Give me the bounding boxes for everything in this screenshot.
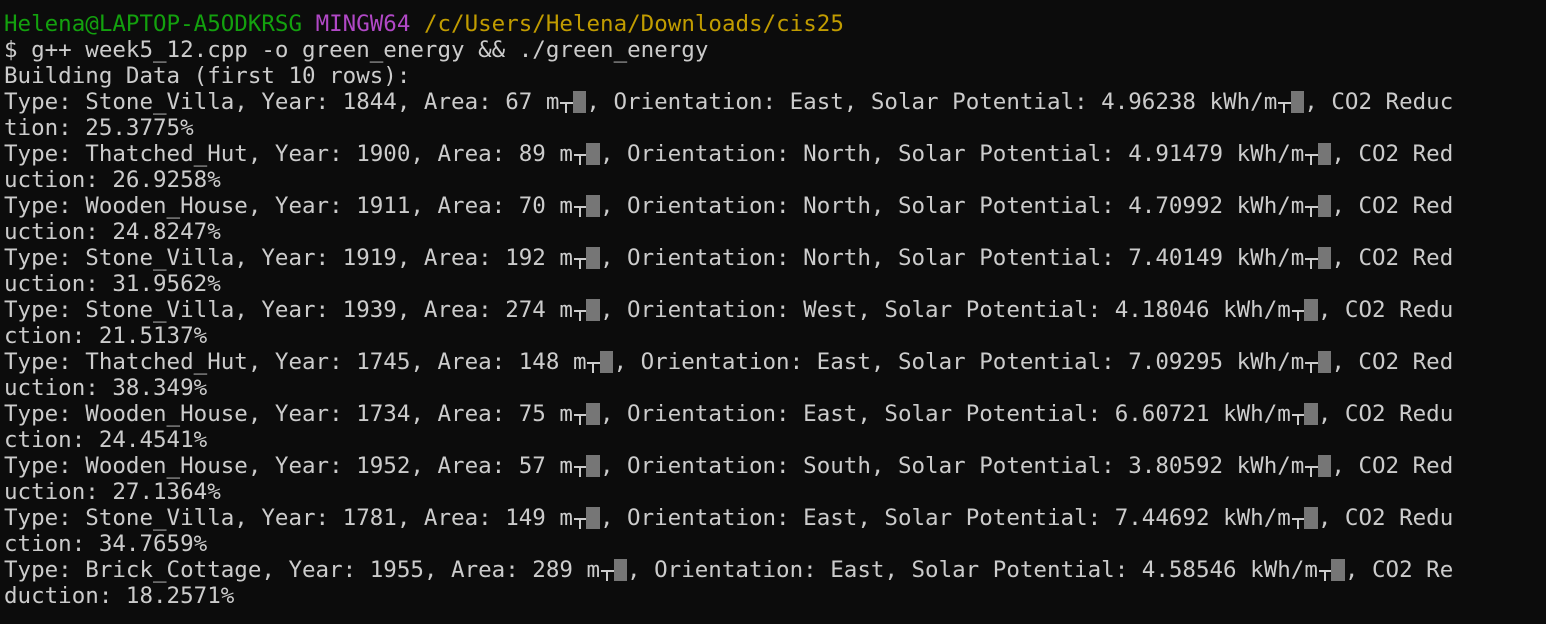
record-text: Type: Wooden_House, Year: 1911, Area: 70… xyxy=(4,193,573,219)
output-line-wrapped: duction: 18.2571% xyxy=(4,583,235,609)
output-line-wrapped: uction: 24.8247% xyxy=(4,219,221,245)
record-text: , Orientation: East, Solar Potential: 4.… xyxy=(627,557,1318,583)
box-drawing-glyph-icon xyxy=(1291,403,1305,425)
record-text: Type: Wooden_House, Year: 1952, Area: 57… xyxy=(4,453,573,479)
box-drawing-glyph-icon xyxy=(1304,143,1318,165)
gray-block-icon xyxy=(1304,299,1318,321)
record-text: , CO2 Reduc xyxy=(1304,89,1454,115)
prompt-system: MINGW64 xyxy=(315,11,411,37)
record-text: , CO2 Red xyxy=(1331,141,1454,167)
gray-block-icon xyxy=(1317,195,1332,217)
output-line: Type: Stone_Villa, Year: 1939, Area: 274… xyxy=(4,297,1546,323)
output-records: Type: Stone_Villa, Year: 1844, Area: 67 … xyxy=(4,89,1546,609)
gray-block-icon xyxy=(1304,507,1318,529)
gray-block-icon xyxy=(1317,351,1332,373)
box-drawing-glyph-icon xyxy=(573,455,587,477)
box-drawing-glyph-icon xyxy=(1304,351,1318,373)
gray-block-icon xyxy=(613,559,628,581)
box-drawing-glyph-icon xyxy=(573,195,587,217)
record-text: , Orientation: East, Solar Potential: 7.… xyxy=(613,349,1305,375)
output-line: Type: Stone_Villa, Year: 1844, Area: 67 … xyxy=(4,89,1546,115)
output-line-wrapped: uction: 27.1364% xyxy=(4,479,221,505)
gray-block-icon xyxy=(586,143,600,165)
gray-block-icon xyxy=(599,351,614,373)
output-line-wrapped: tion: 25.3775% xyxy=(4,115,194,141)
prompt-user-host: Helena@LAPTOP-A5ODKRSG xyxy=(4,11,303,37)
gray-block-icon xyxy=(586,403,600,425)
gray-block-icon xyxy=(1317,455,1332,477)
record-text: Type: Thatched_Hut, Year: 1900, Area: 89… xyxy=(4,141,573,167)
gray-block-icon xyxy=(1317,247,1332,269)
record-text: , CO2 Red xyxy=(1331,245,1454,271)
command-line: $ g++ week5_12.cpp -o green_energy && ./… xyxy=(4,37,709,63)
gray-block-icon xyxy=(572,91,587,113)
output-line-wrapped: ction: 34.7659% xyxy=(4,531,208,557)
prompt-cwd: /c/Users/Helena/Downloads/cis25 xyxy=(423,11,844,37)
record-text: Type: Stone_Villa, Year: 1919, Area: 192… xyxy=(4,245,573,271)
prompt-line: Helena@LAPTOP-A5ODKRSG MINGW64 /c/Users/… xyxy=(4,11,1546,37)
record-text: , CO2 Redu xyxy=(1317,505,1454,531)
record-text: , Orientation: North, Solar Potential: 4… xyxy=(599,193,1305,219)
record-text: , Orientation: North, Solar Potential: 4… xyxy=(599,141,1305,167)
box-drawing-glyph-icon xyxy=(559,91,573,113)
box-drawing-glyph-icon xyxy=(1318,559,1332,581)
record-text: Type: Wooden_House, Year: 1734, Area: 75… xyxy=(4,401,573,427)
output-line: Type: Wooden_House, Year: 1734, Area: 75… xyxy=(4,401,1546,427)
output-line: Type: Thatched_Hut, Year: 1745, Area: 14… xyxy=(4,349,1546,375)
record-text: , CO2 Red xyxy=(1331,453,1454,479)
record-text: , Orientation: North, Solar Potential: 7… xyxy=(599,245,1305,271)
gray-block-icon xyxy=(1317,143,1332,165)
output-line: Type: Stone_Villa, Year: 1919, Area: 192… xyxy=(4,245,1546,271)
box-drawing-glyph-icon xyxy=(1304,455,1318,477)
output-line-wrapped: ction: 24.4541% xyxy=(4,427,208,453)
output-line-wrapped: uction: 31.9562% xyxy=(4,271,221,297)
output-line: Type: Stone_Villa, Year: 1781, Area: 149… xyxy=(4,505,1546,531)
record-text: , Orientation: East, Solar Potential: 4.… xyxy=(586,89,1278,115)
gray-block-icon xyxy=(1331,559,1345,581)
record-text: , Orientation: South, Solar Potential: 3… xyxy=(599,453,1305,479)
record-text: Type: Stone_Villa, Year: 1844, Area: 67 … xyxy=(4,89,560,115)
record-text: , CO2 Redu xyxy=(1317,297,1454,323)
output-header: Building Data (first 10 rows): xyxy=(4,63,411,89)
box-drawing-glyph-icon xyxy=(1291,299,1305,321)
record-text: , CO2 Red xyxy=(1331,349,1454,375)
box-drawing-glyph-icon xyxy=(1304,195,1318,217)
record-text: Type: Stone_Villa, Year: 1781, Area: 149… xyxy=(4,505,573,531)
box-drawing-glyph-icon xyxy=(573,143,587,165)
box-drawing-glyph-icon xyxy=(586,351,600,373)
gray-block-icon xyxy=(586,455,600,477)
record-text: Type: Stone_Villa, Year: 1939, Area: 274… xyxy=(4,297,573,323)
gray-block-icon xyxy=(1304,403,1318,425)
output-line: Type: Wooden_House, Year: 1911, Area: 70… xyxy=(4,193,1546,219)
box-drawing-glyph-icon xyxy=(1277,91,1291,113)
box-drawing-glyph-icon xyxy=(573,299,587,321)
gray-block-icon xyxy=(586,507,600,529)
record-text: , Orientation: West, Solar Potential: 4.… xyxy=(599,297,1291,323)
record-text: Type: Brick_Cottage, Year: 1955, Area: 2… xyxy=(4,557,601,583)
output-line-wrapped: ction: 21.5137% xyxy=(4,323,208,349)
gray-block-icon xyxy=(586,195,600,217)
gray-block-icon xyxy=(586,247,600,269)
box-drawing-glyph-icon xyxy=(1304,247,1318,269)
output-line: Type: Wooden_House, Year: 1952, Area: 57… xyxy=(4,453,1546,479)
box-drawing-glyph-icon xyxy=(573,403,587,425)
box-drawing-glyph-icon xyxy=(573,507,587,529)
record-text: Type: Thatched_Hut, Year: 1745, Area: 14… xyxy=(4,349,587,375)
box-drawing-glyph-icon xyxy=(573,247,587,269)
gray-block-icon xyxy=(586,299,600,321)
output-line: Type: Brick_Cottage, Year: 1955, Area: 2… xyxy=(4,557,1546,583)
record-text: , Orientation: East, Solar Potential: 6.… xyxy=(599,401,1291,427)
box-drawing-glyph-icon xyxy=(1291,507,1305,529)
terminal-window[interactable]: Helena@LAPTOP-A5ODKRSG MINGW64 /c/Users/… xyxy=(0,0,1546,624)
record-text: , CO2 Red xyxy=(1331,193,1454,219)
record-text: , CO2 Re xyxy=(1344,557,1454,583)
record-text: , Orientation: East, Solar Potential: 7.… xyxy=(599,505,1291,531)
box-drawing-glyph-icon xyxy=(600,559,614,581)
output-line-wrapped: uction: 26.9258% xyxy=(4,167,221,193)
gray-block-icon xyxy=(1290,91,1305,113)
output-line-wrapped: uction: 38.349% xyxy=(4,375,208,401)
record-text: , CO2 Redu xyxy=(1317,401,1454,427)
output-line: Type: Thatched_Hut, Year: 1900, Area: 89… xyxy=(4,141,1546,167)
